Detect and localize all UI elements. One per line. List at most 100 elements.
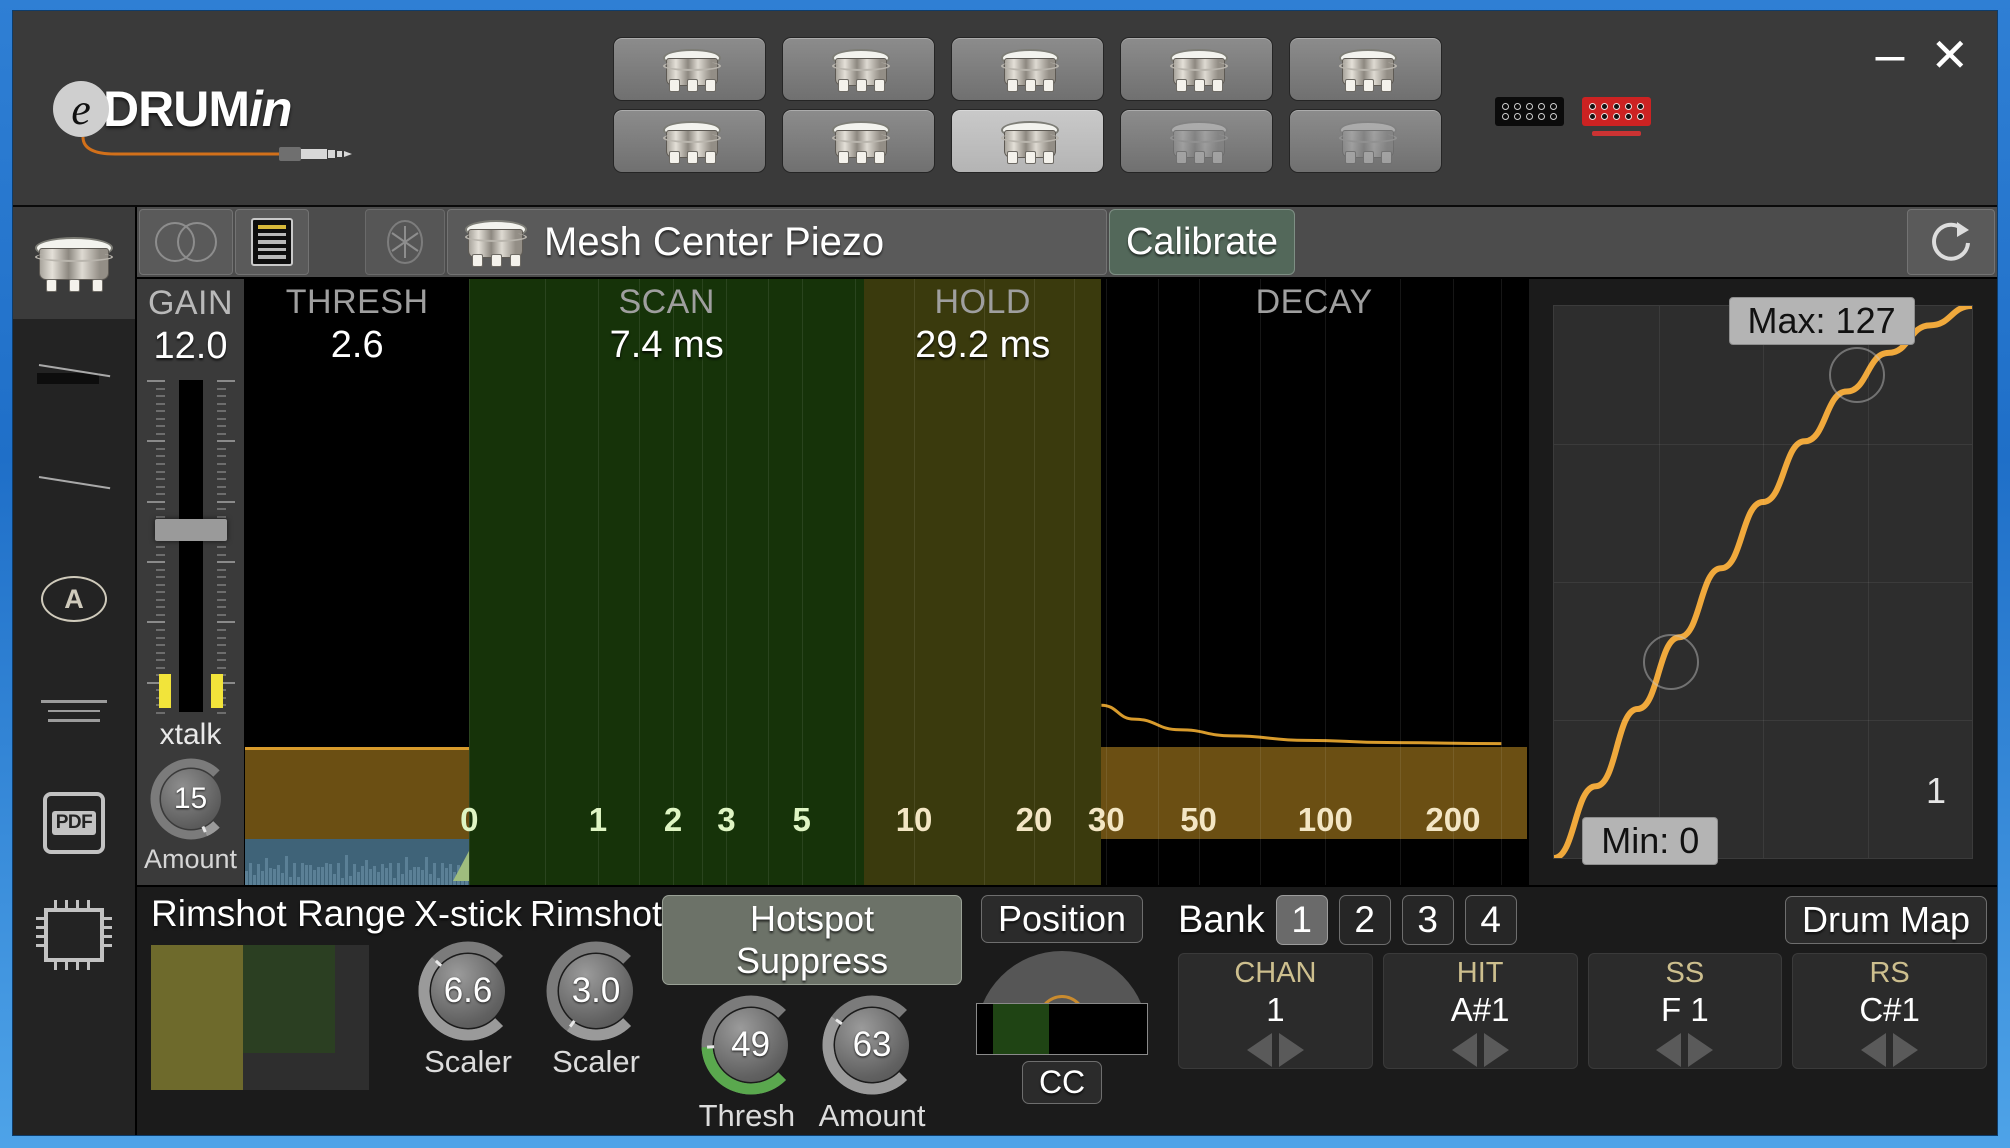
envelope-graph[interactable]: THRESH 2.6 SCAN 7.4 ms HOLD 29.2 ms DECAY 0 1 2 3 5… [245, 279, 1527, 885]
list-icon[interactable] [235, 209, 309, 275]
x-stick-scaler-caption: Scaler [424, 1044, 512, 1079]
position-section: Position CC [962, 887, 1162, 1135]
pad-10[interactable] [1289, 109, 1442, 173]
decrement-arrow-icon[interactable] [1656, 1033, 1682, 1067]
overlapping-circles-icon[interactable] [139, 209, 233, 275]
decrement-arrow-icon[interactable] [1861, 1033, 1887, 1067]
gridline [673, 279, 675, 885]
level-led-right [210, 674, 223, 708]
sidebar-item-pdf[interactable]: PDF [13, 767, 135, 879]
sidebar-item-curve-thin[interactable] [13, 431, 135, 543]
axis-tick-label: 50 [1180, 801, 1217, 838]
axis-tick-label: 30 [1087, 801, 1125, 838]
cc-button[interactable]: CC [1021, 1061, 1103, 1104]
app-logo: e DRUMin [53, 69, 352, 161]
refresh-icon[interactable] [1907, 209, 1995, 275]
drum-icon [660, 49, 721, 92]
increment-arrow-icon[interactable] [1483, 1033, 1509, 1067]
gain-fader[interactable] [141, 380, 241, 714]
hotspot-amount-knob[interactable]: 63 [820, 993, 924, 1097]
gridline [469, 279, 471, 885]
velocity-handle-high[interactable] [1829, 347, 1886, 403]
increment-arrow-icon[interactable] [1688, 1033, 1714, 1067]
pad-5[interactable] [1289, 37, 1442, 101]
close-icon[interactable]: ✕ [1930, 32, 1969, 78]
hotspot-thresh-col: 49 Thresh [699, 989, 803, 1134]
asterisk-icon[interactable] [365, 209, 445, 275]
pad-2[interactable] [782, 37, 935, 101]
pad-8[interactable] [951, 109, 1104, 173]
bottom-controls: Rimshot Range X-stick 6.6 Scaler Rimshot [137, 885, 1997, 1135]
pad-9[interactable] [1120, 109, 1273, 173]
main-panel: Mesh Center Piezo Calibrate GAIN 12.0 xt… [137, 207, 1997, 1135]
pad-3[interactable] [951, 37, 1104, 101]
sidebar-item-auto[interactable]: A [13, 543, 135, 655]
pad-selector-grid[interactable] [613, 37, 1450, 173]
velocity-max-label[interactable]: Max: 127 [1728, 297, 1915, 345]
pad-1[interactable] [613, 37, 766, 101]
hotspot-thresh-caption: Thresh [698, 1098, 796, 1133]
gain-value: 12.0 [153, 325, 228, 367]
rimshot-range-display[interactable] [151, 945, 369, 1090]
velocity-min-label[interactable]: Min: 0 [1582, 817, 1719, 865]
gain-strip: GAIN 12.0 xtalk 15 Amount [137, 279, 245, 885]
device-indicator-2[interactable] [1582, 97, 1651, 136]
velocity-plot[interactable]: 1 [1553, 305, 1973, 859]
midi-ss[interactable]: SS F 1 [1587, 953, 1783, 1069]
position-button[interactable]: Position [981, 895, 1144, 943]
velocity-curve-panel[interactable]: 1 Max: 127 Min: 0 [1527, 279, 1997, 885]
midi-hit[interactable]: HIT A#1 [1382, 953, 1578, 1069]
position-display[interactable] [976, 951, 1149, 1059]
analyzer-row: GAIN 12.0 xtalk 15 Amount THRESH 2.6 SCA… [137, 279, 1997, 885]
sidebar-item-curve-thick[interactable] [13, 319, 135, 431]
increment-arrow-icon[interactable] [1893, 1033, 1919, 1067]
increment-arrow-icon[interactable] [1278, 1033, 1304, 1067]
application-window: e DRUMin – ✕ A PDF Mesh Center Piezo Cal… [0, 0, 2010, 1148]
midi-chan[interactable]: CHAN 1 [1178, 953, 1373, 1069]
bank-label: Bank [1178, 898, 1265, 941]
drum-icon [462, 220, 530, 267]
drum-map-button[interactable]: Drum Map [1784, 896, 1987, 944]
device-indicators [1495, 97, 1651, 136]
drum-icon [32, 237, 116, 292]
calibrate-button[interactable]: Calibrate [1109, 209, 1295, 275]
midi-key: RS [1869, 957, 1910, 989]
decrement-arrow-icon[interactable] [1451, 1033, 1477, 1067]
sidebar: A PDF [13, 207, 137, 1135]
minimize-icon[interactable]: – [1876, 29, 1905, 81]
rimshot-scaler-caption: Scaler [552, 1044, 640, 1079]
midi-rs[interactable]: RS C#1 [1792, 953, 1987, 1069]
gridline [1325, 279, 1327, 885]
xtalk-knob[interactable]: 15 [148, 756, 234, 842]
bank-button-2[interactable]: 2 [1338, 895, 1391, 945]
midi-key: SS [1665, 957, 1705, 989]
hotspot-thresh-knob[interactable]: 49 [699, 993, 803, 1097]
scan-zone[interactable] [469, 279, 865, 885]
input-name-display[interactable]: Mesh Center Piezo [447, 209, 1107, 275]
pad-7[interactable] [782, 109, 935, 173]
hotspot-suppress-button[interactable]: Hotspot Suppress [662, 895, 963, 985]
decrement-arrow-icon[interactable] [1246, 1033, 1272, 1067]
bank-button-4[interactable]: 4 [1464, 895, 1517, 945]
sidebar-item-drum[interactable] [13, 207, 135, 319]
fader-handle[interactable] [154, 519, 227, 542]
hotspot-suppress-section: Hotspot Suppress 49 Thresh 63 Amount [662, 887, 963, 1135]
rimshot-scaler-knob[interactable]: 3.0 [544, 939, 648, 1043]
x-stick-scaler-knob[interactable]: 6.6 [416, 939, 520, 1043]
slope-thin-icon [37, 470, 111, 504]
drum-icon [1336, 49, 1397, 92]
position-bar [976, 1003, 1149, 1055]
pad-4[interactable] [1120, 37, 1273, 101]
gridline [544, 279, 546, 885]
velocity-handle-low[interactable] [1643, 634, 1700, 691]
toolbar: Mesh Center Piezo Calibrate [137, 207, 1997, 279]
sidebar-item-menu[interactable] [13, 655, 135, 767]
drum-icon [1167, 121, 1228, 164]
bank-button-1[interactable]: 1 [1275, 895, 1328, 945]
drum-icon [660, 121, 721, 164]
device-indicator-1[interactable] [1495, 97, 1564, 136]
bank-button-3[interactable]: 3 [1401, 895, 1454, 945]
pad-6[interactable] [613, 109, 766, 173]
window-controls[interactable]: – ✕ [1876, 29, 1969, 81]
sidebar-item-firmware[interactable] [13, 879, 135, 991]
